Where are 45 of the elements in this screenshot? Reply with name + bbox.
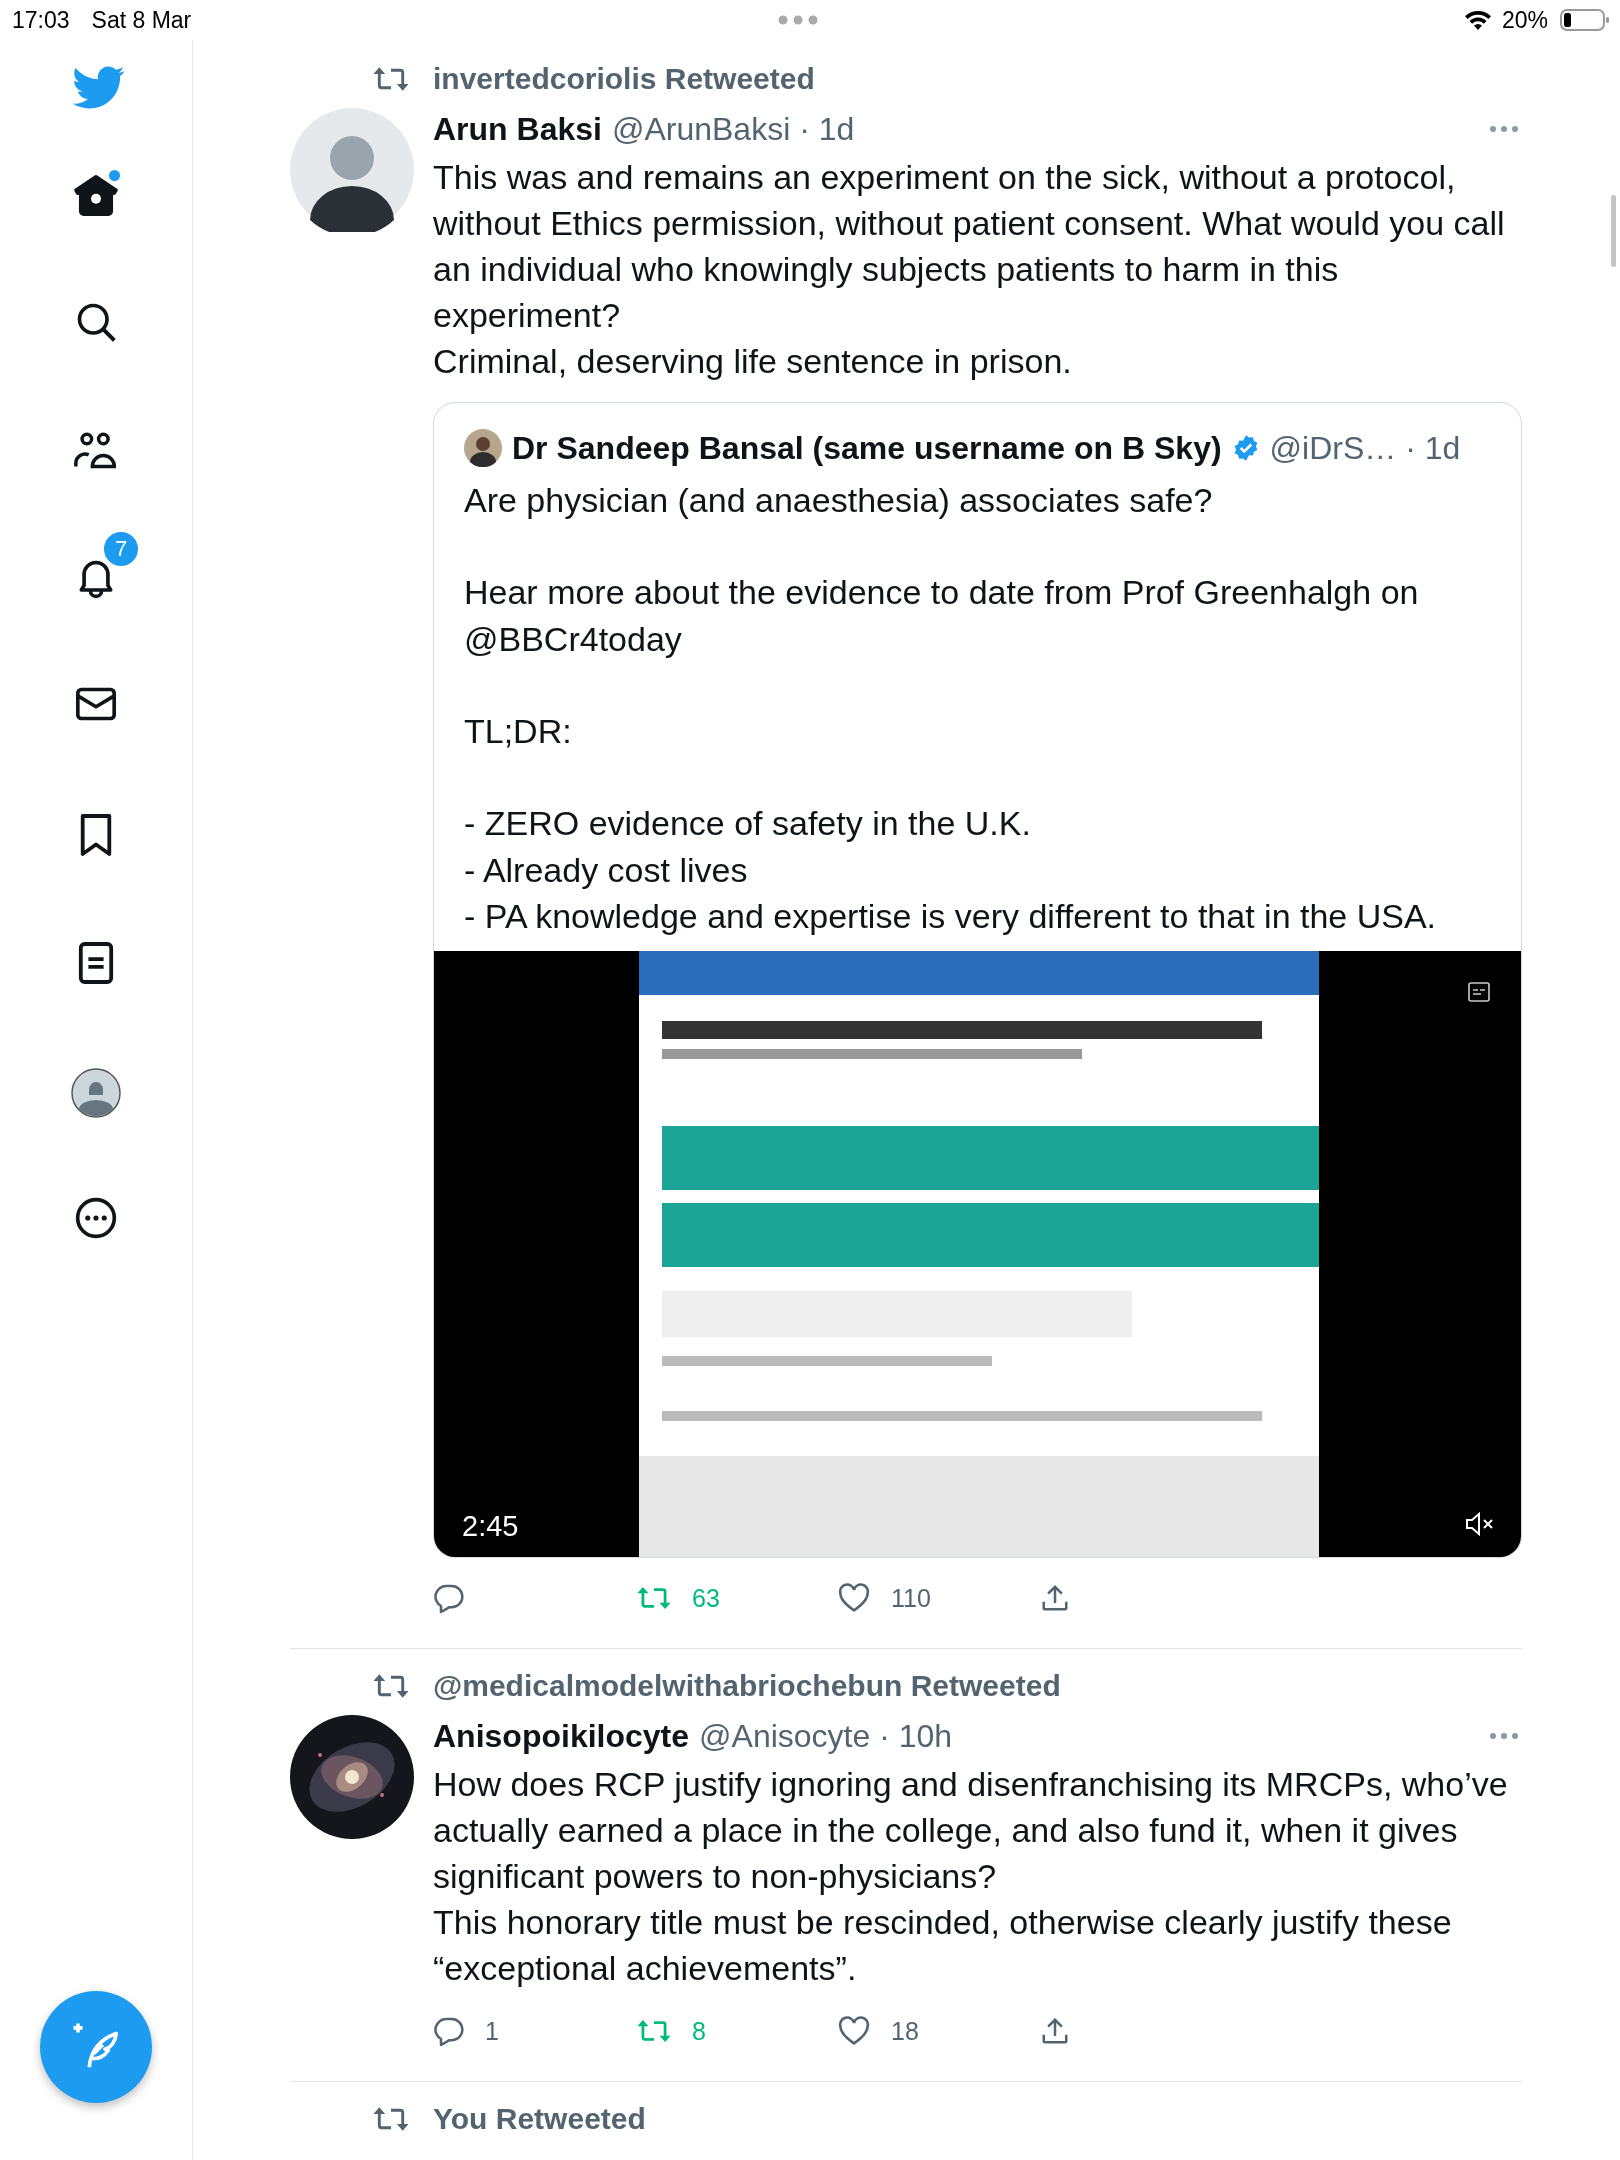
profile-avatar-icon[interactable] [71,1068,121,1118]
reply-icon[interactable] [433,1583,465,1614]
video-duration: 2:45 [462,1510,519,1544]
battery-icon [1560,8,1610,32]
quoted-handle-time: @iDrS… · 1d [1269,429,1461,467]
author-name[interactable]: Anisopoikilocyte [433,1717,690,1755]
bird-logo-icon[interactable] [72,66,126,110]
quoted-tweet-card[interactable] [433,402,1522,1559]
author-handle-time: @Anisocyte · 10h [699,1717,953,1755]
like-count: 18 [891,2016,919,2046]
retweet-count: 8 [692,2016,706,2046]
like-heart-icon[interactable] [837,1583,871,1614]
notification-count: 7 [102,530,140,568]
reply-count: 1 [485,2016,499,2046]
sound-muted-icon[interactable] [1465,1511,1495,1538]
tweet-text: How does RCP justify ignoring and disenfranchising its MRCPs, who’ve actually earned a place in the college, and also fund it, when it gives significant powers to non-physicians? This honorary title must be rescinded, otherwise clearly justify these “exceptional achievements”. [433,1764,1509,1990]
document-icon[interactable] [77,940,115,986]
more-options-icon[interactable] [1489,125,1519,133]
quoted-author-avatar [464,429,502,467]
home-icon[interactable] [73,172,119,218]
status-date: Sat 8 Mar [91,6,192,34]
reply-icon[interactable] [433,2016,465,2047]
retweeted-by-label[interactable]: You Retweeted [433,2102,1522,2137]
quoted-tweet-text: Are physician (and anaesthesia) associates safe? Hear more about the evidence to date from Prof Greenhalgh on @BBCr4today TL;DR: - ZERO evidence of safety in the U.K. - Already cost lives - PA knowledge and expertise is very different to that in the USA. [463,480,1438,937]
like-heart-icon[interactable] [837,2016,871,2047]
quoted-author-name: Dr Sandeep Bansal (same username on B Sky) [512,429,1222,467]
captions-icon[interactable] [1467,981,1491,1004]
like-count: 110 [891,1583,931,1613]
author-name[interactable]: Arun Baksi [433,110,602,148]
author-handle-time: @ArunBaksi · 1d [611,110,855,148]
avatar[interactable] [290,108,414,232]
wifi-icon [1463,9,1492,31]
retweeted-by-label[interactable]: @medicalmodelwithabriochebun Retweeted [433,1669,1522,1704]
multitasking-dots-icon[interactable] [777,15,818,25]
tweet-text: This was and remains an experiment on the sick, without a protocol, without Ethics permission, without patient consent. What would you call an individual who knowingly subjects patients to harm in this experiment? Criminal, deserving life sentence in prison. [433,157,1506,382]
share-icon[interactable] [1040,1583,1070,1614]
retweet-count: 63 [692,1583,720,1613]
retweeted-by-label[interactable]: invertedcoriolis Retweeted [433,62,1522,96]
share-icon[interactable] [1040,2016,1070,2047]
more-icon[interactable] [74,1196,118,1240]
battery-percentage: 20% [1501,6,1548,34]
status-time: 17:03 [12,6,70,34]
more-options-icon[interactable] [1489,1732,1519,1741]
scroll-bar[interactable] [1611,195,1616,267]
compose-button[interactable] [40,1991,152,2103]
